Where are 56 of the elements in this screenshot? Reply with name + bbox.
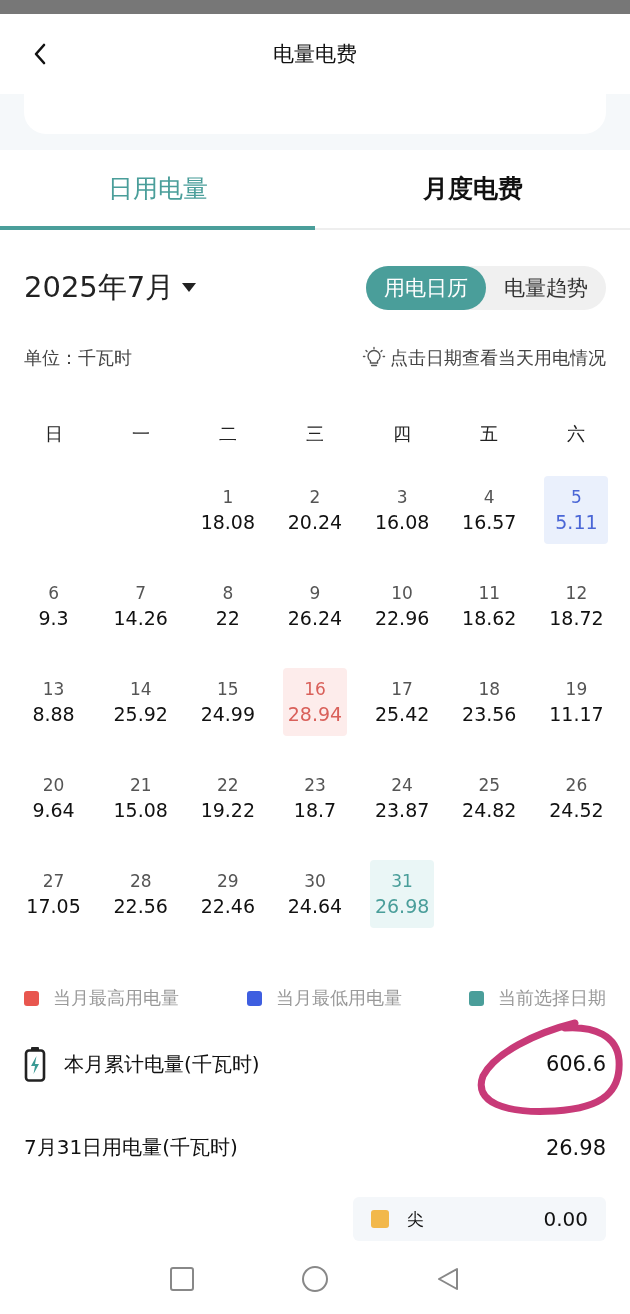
calendar-day[interactable]: 13 8.88 <box>21 668 86 736</box>
calendar-day[interactable]: 11 18.62 <box>457 572 522 640</box>
calendar-day[interactable]: 17 25.42 <box>370 668 435 736</box>
calendar-day[interactable]: 20 9.64 <box>21 764 86 832</box>
total-value: 606.6 <box>545 1052 606 1076</box>
legend-label: 当月最高用电量 <box>53 986 179 1010</box>
month-picker[interactable]: 2025年7月 <box>24 268 197 308</box>
calendar-day[interactable]: 19 11.17 <box>544 668 609 736</box>
battery-icon <box>24 1046 46 1082</box>
day-usage-value: 26.98 <box>545 1135 606 1160</box>
weekday-label: 五 <box>479 422 500 446</box>
calendar-day[interactable]: 29 22.46 <box>195 860 260 928</box>
calendar-day[interactable]: 8 22 <box>195 572 260 640</box>
calendar-day[interactable]: 26 24.52 <box>544 764 609 832</box>
calendar-day[interactable]: 18 23.56 <box>457 668 522 736</box>
hint-text: 点击日期查看当天用电情况 <box>390 346 606 370</box>
recents-icon[interactable] <box>170 1267 194 1291</box>
calendar-day[interactable]: 23 18.7 <box>283 764 347 832</box>
calendar-day[interactable]: 4 16.57 <box>457 476 522 544</box>
legend-label: 当月最低用电量 <box>275 986 402 1010</box>
calendar-day[interactable]: 28 22.56 <box>108 860 173 928</box>
day-usage-label: 7月31日用电量(千瓦时) <box>24 1134 239 1161</box>
calendar-day[interactable]: 22 19.22 <box>195 764 260 832</box>
total-label: 本月累计电量(千瓦时) <box>64 1050 261 1078</box>
calendar-day[interactable]: 27 17.05 <box>21 860 86 928</box>
period-value: 0.00 <box>543 1207 588 1231</box>
caret-icon <box>182 283 197 293</box>
tab[interactable]: 月度电费 <box>315 150 630 230</box>
calendar-day[interactable]: 6 9.3 <box>21 572 86 640</box>
toggle-option[interactable]: 电量趋势 <box>486 266 606 310</box>
calendar-day[interactable]: 21 15.08 <box>108 764 173 832</box>
weekday-label: 六 <box>566 422 587 446</box>
calendar-day[interactable]: 2 20.24 <box>283 476 347 544</box>
calendar-day[interactable]: 15 24.99 <box>195 668 260 736</box>
weekday-label: 四 <box>392 422 413 446</box>
home-icon[interactable] <box>302 1266 328 1292</box>
calendar-day[interactable]: 10 22.96 <box>370 572 435 640</box>
calendar-day[interactable]: 14 25.92 <box>108 668 173 736</box>
weekday-label: 日 <box>43 422 64 446</box>
calendar-day[interactable]: 3 16.08 <box>370 476 435 544</box>
weekday-label: 一 <box>130 422 151 446</box>
calendar-day[interactable]: 7 14.26 <box>108 572 173 640</box>
calendar-day[interactable]: 9 26.24 <box>283 572 347 640</box>
calendar-day[interactable]: 1 18.08 <box>195 476 260 544</box>
calendar-day[interactable]: 5 5.11 <box>544 476 609 544</box>
period-label: 尖 <box>407 1207 425 1231</box>
page-title: 电量电费 <box>273 41 357 68</box>
weekday-label: 三 <box>305 422 325 446</box>
calendar-day[interactable]: 12 18.72 <box>544 572 609 640</box>
calendar-day[interactable]: 30 24.64 <box>283 860 347 928</box>
weekday-label: 二 <box>217 422 238 446</box>
back-icon[interactable] <box>33 43 47 65</box>
calendar-day[interactable]: 24 23.87 <box>370 764 435 832</box>
unit-label: 单位：千瓦时 <box>24 346 132 370</box>
legend-label: 当前选择日期 <box>498 986 606 1010</box>
calendar-day[interactable]: 25 24.82 <box>457 764 522 832</box>
